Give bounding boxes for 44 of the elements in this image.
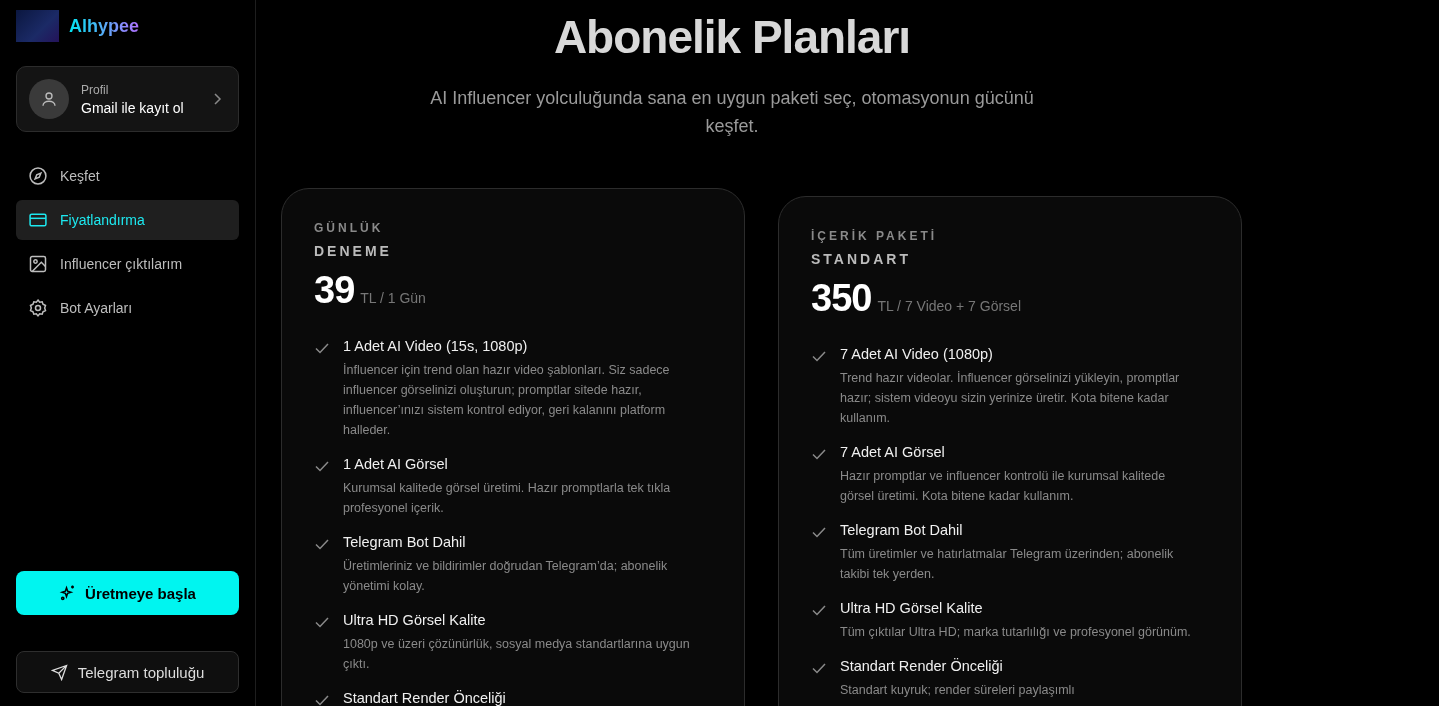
feature-title: 7 Adet AI Görsel: [840, 444, 946, 460]
feature-title: Ultra HD Görsel Kalite: [840, 600, 984, 616]
feature-title: 7 Adet AI Video (1080p): [840, 346, 994, 362]
page-title: Abonelik Planları: [553, 10, 911, 64]
feature-title: 1 Adet AI Video (15s, 1080p): [343, 338, 529, 354]
feature-title: Telegram Bot Dahil: [343, 534, 467, 550]
plan-category: İÇERİK PAKETİ: [811, 229, 939, 243]
plan-price: 350: [811, 277, 872, 320]
plan-name: STANDART: [811, 251, 912, 267]
logo-image: [16, 10, 59, 42]
feature-title: Ultra HD Görsel Kalite: [343, 612, 487, 628]
page-subtitle: AI Influencer yolculuğunda sana en uygun paketi seç, otomasyonun gücünü keşfet.: [429, 87, 1035, 138]
plan-category: GÜNLÜK: [314, 221, 385, 235]
send-icon: [50, 663, 68, 681]
compass-icon: [28, 166, 48, 186]
nav-item[interactable]: Keşfet: [16, 156, 239, 196]
feature-description: Tüm üretimler ve hatırlatmalar Telegram üzerinden; abonelik takibi tek yerden.: [840, 546, 1175, 583]
chevron-right-icon: [212, 93, 222, 105]
feature-title: 1 Adet AI Görsel: [343, 456, 449, 472]
feature-description: 1080p ve üzeri çözünürlük, sosyal medya standartlarına uygun çıktı.: [343, 636, 691, 673]
plan-price: 39: [314, 269, 355, 312]
nav-item[interactable]: Bot Ayarları: [16, 288, 239, 328]
image-icon: [28, 254, 48, 274]
feature-description: Tüm çıktılar Ultra HD; marka tutarlılığı ve profesyonel görünüm.: [840, 624, 1191, 641]
feature-description: İnfluencer için trend olan hazır video şablonları. Siz sadece influencer görselinizi oluşturun; promptlar sitede hazır, influencer’ınızı sistem kontrol ediyor, geri kalanını platform halleder.: [343, 362, 671, 439]
feature-description: Üretimleriniz ve bildirimler doğrudan Telegram’da; abonelik yönetimi kolay.: [343, 558, 669, 595]
settings-icon: [28, 298, 48, 318]
telegram-button[interactable]: Telegram topluluğu: [16, 651, 239, 693]
plan-name: DENEME: [314, 243, 393, 259]
feature-title: Standart Render Önceliği: [840, 658, 1004, 674]
avatar-icon: [29, 79, 69, 119]
feature-description: Trend hazır videolar. İnfluencer görselinizi yükleyin, promptlar hazır; sistem videoyu sizin yerinize üretir. Kota bitene kadar kullanım.: [840, 370, 1181, 427]
feature-description: Standart kuyruk; render süreleri paylaşımlı: [840, 682, 1075, 699]
feature-title: Telegram Bot Dahil: [840, 522, 964, 538]
price-unit: TL / 7 Video + 7 Görsel: [877, 298, 1021, 314]
feature-title: Standart Render Önceliği: [343, 690, 506, 706]
price-unit: TL / 1 Gün: [360, 290, 426, 306]
profile-card[interactable]: Profil Gmail ile kayıt ol: [16, 66, 239, 132]
start-button[interactable]: Üretmeye başla: [16, 571, 239, 615]
nav-item[interactable]: Fiyatlandırma: [16, 200, 239, 240]
nav-item[interactable]: Influencer çıktılarım: [16, 244, 239, 284]
credit-card-icon: [28, 210, 48, 230]
feature-description: Kurumsal kalitede görsel üretimi. Hazır promptlarla tek tıkla profesyonel içerik.: [343, 480, 672, 517]
feature-description: Hazır promptlar ve influencer kontrolü ile kurumsal kalitede görsel üretimi. Kota bitene kadar kullanım.: [840, 468, 1167, 505]
